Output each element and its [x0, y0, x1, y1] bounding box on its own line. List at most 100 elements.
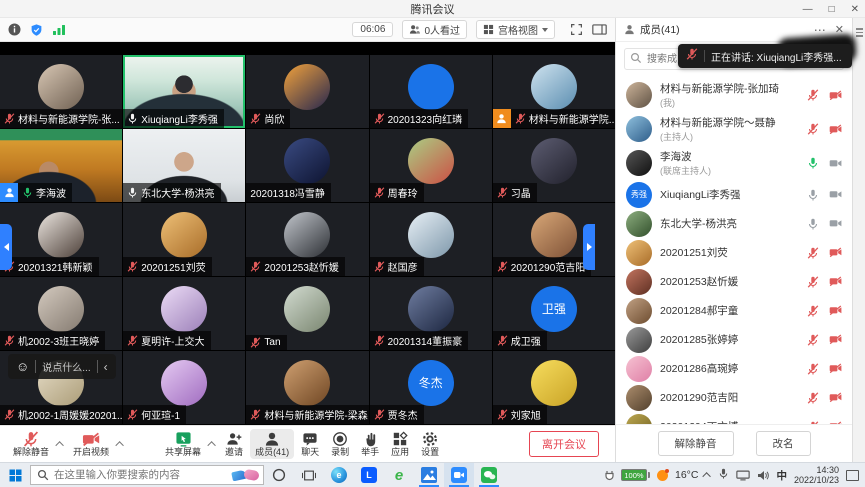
video-tile-15[interactable]: 20201290范吉阳 — [493, 203, 615, 276]
display-icon[interactable] — [736, 470, 750, 481]
member-row-11[interactable]: 20201290范吉阳 — [616, 383, 852, 412]
ie-browser-button[interactable]: e — [384, 463, 414, 487]
tray-mic-icon[interactable] — [718, 466, 729, 484]
tencent-meeting-app-button[interactable] — [444, 463, 474, 487]
video-tile-23[interactable]: 材料与新能源学院-梁森 — [246, 351, 368, 424]
toolbar-item-mic-muted[interactable]: 解除静音 — [8, 429, 54, 459]
collapse-chat-icon[interactable]: ‹ — [104, 361, 108, 373]
video-tile-12[interactable]: 20201251刘荧 — [123, 203, 245, 276]
video-tile-3[interactable]: 尚欣 — [246, 55, 368, 128]
mic-muted-icon[interactable] — [807, 247, 819, 259]
mic-icon[interactable] — [807, 218, 819, 230]
mic-icon[interactable] — [807, 157, 819, 169]
unmute-all-button[interactable]: 解除静音 — [658, 431, 734, 456]
ime-indicator[interactable]: 中 — [776, 468, 787, 483]
toolbar-item-invite[interactable]: 邀请 — [220, 429, 248, 459]
member-row-2[interactable]: 材料与新能源学院～聂静(主持人) — [616, 112, 852, 146]
video-tile-2[interactable]: XiuqiangLi李秀强 — [123, 55, 245, 128]
member-row-7[interactable]: 20201253赵忻媛 — [616, 267, 852, 296]
toolbar-item-chat[interactable]: 聊天 — [296, 429, 324, 459]
viewers-button[interactable]: 0人看过 — [402, 20, 467, 39]
video-tile-20[interactable]: 卫强成卫强 — [493, 277, 615, 350]
toolbar-item-gear[interactable]: 设置 — [416, 429, 444, 459]
video-tile-5[interactable]: 材料与新能源学院... — [493, 55, 615, 128]
chevron-up-icon[interactable] — [207, 441, 215, 449]
grid-prev-page-button[interactable] — [0, 224, 12, 270]
chevron-up-icon[interactable] — [55, 441, 63, 449]
edge-browser-button[interactable]: e — [324, 463, 354, 487]
mic-icon[interactable] — [807, 189, 819, 201]
member-row-3[interactable]: 李海波(联席主持人) — [616, 146, 852, 180]
camera-off-icon[interactable] — [829, 90, 842, 101]
camera-off-icon[interactable] — [829, 124, 842, 135]
member-row-12[interactable]: 20201294丁文博 — [616, 412, 852, 424]
camera-icon[interactable] — [829, 189, 842, 200]
toolbar-item-members[interactable]: 成员(41) — [250, 429, 294, 459]
member-row-9[interactable]: 20201285张婷婷 — [616, 325, 852, 354]
member-row-8[interactable]: 20201284郝宇童 — [616, 296, 852, 325]
member-row-1[interactable]: 材料与新能源学院-张加琦(我) — [616, 78, 852, 112]
clock[interactable]: 14:30 2022/10/23 — [794, 465, 839, 486]
toolbar-item-cam-muted[interactable]: 开启视频 — [68, 429, 114, 459]
task-view-button[interactable] — [294, 463, 324, 487]
video-tile-24[interactable]: 冬杰贾冬杰 — [370, 351, 492, 424]
side-panel-toggle-icon[interactable] — [592, 23, 607, 36]
minimize-button[interactable]: — — [803, 4, 813, 15]
video-tile-6[interactable]: 李海波 — [0, 129, 122, 202]
video-tile-17[interactable]: 夏明许-上交大 — [123, 277, 245, 350]
quick-chat-placeholder[interactable]: 说点什么... — [42, 359, 90, 374]
cortana-button[interactable] — [264, 463, 294, 487]
camera-off-icon[interactable] — [829, 334, 842, 345]
video-tile-19[interactable]: 20201314董振豪 — [370, 277, 492, 350]
video-tile-22[interactable]: 何亚瑄-1 — [123, 351, 245, 424]
video-tile-16[interactable]: 机2002-3班王晓婷 — [0, 277, 122, 350]
action-center-icon[interactable] — [846, 470, 859, 481]
video-tile-8[interactable]: 20201318冯雪静 — [246, 129, 368, 202]
member-row-6[interactable]: 20201251刘荧 — [616, 238, 852, 267]
info-icon[interactable] — [8, 23, 21, 36]
video-tile-18[interactable]: Tan — [246, 277, 368, 350]
mic-muted-icon[interactable] — [807, 363, 819, 375]
network-signal-icon[interactable] — [52, 24, 66, 36]
video-tile-14[interactable]: 赵国彦 — [370, 203, 492, 276]
camera-icon[interactable] — [829, 218, 842, 229]
mic-muted-icon[interactable] — [807, 334, 819, 346]
camera-off-icon[interactable] — [829, 276, 842, 287]
mic-muted-icon[interactable] — [807, 89, 819, 101]
member-row-5[interactable]: 东北大学-杨洪亮 — [616, 209, 852, 238]
taskbar-search-box[interactable] — [30, 465, 264, 485]
toolbar-item-hand[interactable]: 举手 — [356, 429, 384, 459]
camera-off-icon[interactable] — [829, 392, 842, 403]
video-tile-25[interactable]: 刘家旭 — [493, 351, 615, 424]
photos-app-button[interactable] — [414, 463, 444, 487]
emoji-icon[interactable]: ☺ — [16, 360, 29, 373]
rename-button[interactable]: 改名 — [756, 431, 811, 456]
chevron-up-icon[interactable] — [115, 441, 123, 449]
mic-muted-icon[interactable] — [807, 123, 819, 135]
fullscreen-icon[interactable] — [570, 23, 583, 36]
video-tile-10[interactable]: 习晶 — [493, 129, 615, 202]
leave-meeting-button[interactable]: 离开会议 — [529, 431, 599, 457]
taskbar-search-input[interactable] — [54, 469, 227, 481]
video-tile-13[interactable]: 20201253赵忻媛 — [246, 203, 368, 276]
camera-icon[interactable] — [829, 158, 842, 169]
mic-muted-icon[interactable] — [807, 305, 819, 317]
video-tile-11[interactable]: 20201321韩新颖 — [0, 203, 122, 276]
mic-muted-icon[interactable] — [807, 392, 819, 404]
camera-off-icon[interactable] — [829, 247, 842, 258]
hamburger-menu-icon[interactable] — [856, 28, 863, 37]
video-tile-7[interactable]: 东北大学-杨洪亮 — [123, 129, 245, 202]
toolbar-item-apps[interactable]: 应用 — [386, 429, 414, 459]
video-tile-4[interactable]: 20201323向红璘 — [370, 55, 492, 128]
video-tile-9[interactable]: 周春玲 — [370, 129, 492, 202]
maximize-button[interactable]: □ — [829, 4, 835, 15]
toolbar-item-record[interactable]: 录制 — [326, 429, 354, 459]
volume-icon[interactable] — [757, 470, 769, 481]
shield-icon[interactable] — [30, 23, 43, 37]
temperature-label[interactable]: 16°C — [675, 469, 698, 481]
member-row-10[interactable]: 20201286高琬婷 — [616, 354, 852, 383]
close-button[interactable]: ✕ — [851, 4, 859, 15]
toolbar-item-share[interactable]: 共享屏幕 — [160, 429, 206, 459]
video-tile-1[interactable]: 材料与新能源学院-张... — [0, 55, 122, 128]
wechat-app-button[interactable] — [474, 463, 504, 487]
